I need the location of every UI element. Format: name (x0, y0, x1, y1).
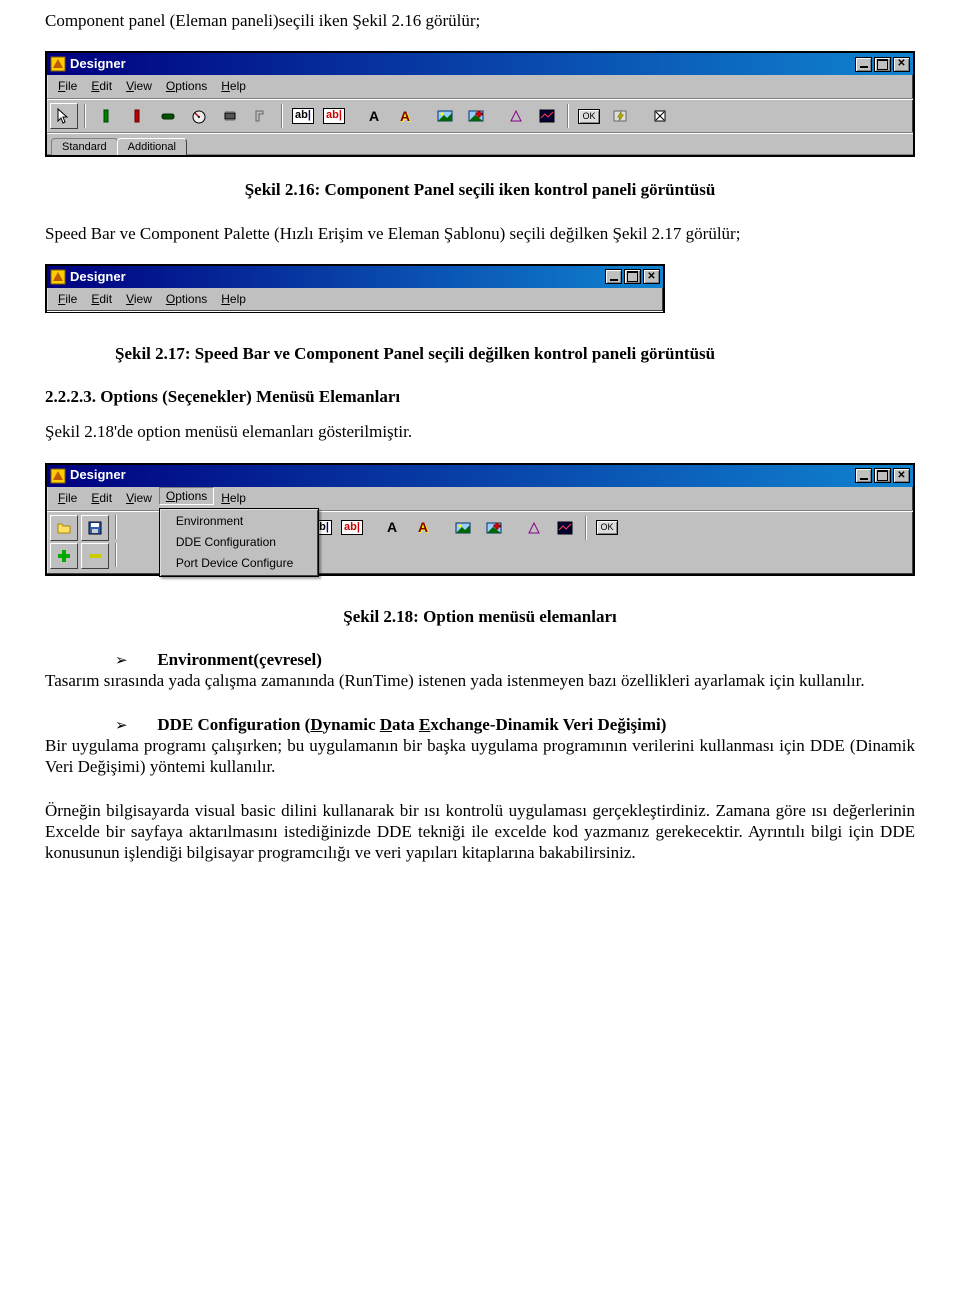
menu-help[interactable]: Help (214, 77, 253, 96)
remove-icon[interactable] (81, 543, 109, 569)
minimize-button[interactable] (855, 57, 872, 72)
figure-218-window: Designer File Edit View Options Environm… (45, 463, 915, 576)
menu-options[interactable]: Options (159, 77, 214, 96)
dde-body: Bir uygulama programı çalışırken; bu uyg… (45, 735, 915, 778)
menu-help[interactable]: Help (214, 290, 253, 309)
env-label: Environment(çevresel) (157, 650, 322, 669)
window-title: Designer (70, 56, 126, 72)
caption-216: Şekil 2.16: Component Panel seçili iken … (45, 179, 915, 200)
textbox-red-icon[interactable]: ab| (320, 103, 348, 129)
menu-file[interactable]: File (51, 489, 84, 508)
image-icon[interactable] (449, 515, 477, 541)
checkbox-icon[interactable] (646, 103, 674, 129)
menu-options[interactable]: Options (159, 290, 214, 309)
menubar: File Edit View Options Help (47, 75, 913, 99)
close-button[interactable] (643, 269, 660, 284)
menu-view[interactable]: View (119, 77, 159, 96)
options-environment[interactable]: Environment (162, 511, 316, 532)
bullet-glyph-icon: ➢ (45, 652, 128, 669)
ok-button-icon[interactable]: OK (593, 515, 621, 541)
intro-paragraph: Component panel (Eleman paneli)seçili ik… (45, 10, 915, 31)
final-paragraph: Örneğin bilgisayarda visual basic dilini… (45, 800, 915, 864)
image-plus-icon[interactable] (462, 103, 490, 129)
window-title: Designer (70, 467, 126, 483)
add-icon[interactable] (50, 543, 78, 569)
bullet-glyph-icon: ➢ (45, 717, 128, 734)
close-button[interactable] (893, 468, 910, 483)
divider (115, 515, 117, 539)
tab-additional[interactable]: Additional (117, 138, 187, 156)
bullet-environment: ➢ Environment(çevresel) (45, 649, 915, 671)
bullet-dde: ➢ DDE Configuration (Dynamic Data Exchan… (45, 714, 915, 736)
divider (84, 104, 86, 128)
hbar-icon[interactable] (154, 103, 182, 129)
letter-a-red-icon[interactable]: A (409, 515, 437, 541)
maximize-button[interactable] (874, 57, 891, 72)
menu-edit[interactable]: Edit (84, 290, 119, 309)
chart-icon[interactable] (533, 103, 561, 129)
corner-icon[interactable] (247, 103, 275, 129)
maximize-button[interactable] (874, 468, 891, 483)
menu-file[interactable]: File (51, 290, 84, 309)
titlebar[interactable]: Designer (47, 465, 913, 487)
menu-help[interactable]: Help (214, 489, 253, 508)
save-icon[interactable] (81, 515, 109, 541)
lightning-icon[interactable] (606, 103, 634, 129)
menu-view[interactable]: View (119, 290, 159, 309)
divider (281, 104, 283, 128)
ok-button-icon[interactable]: OK (575, 103, 603, 129)
minimize-button[interactable] (855, 468, 872, 483)
vbar-red-icon[interactable] (123, 103, 151, 129)
titlebar[interactable]: Designer (47, 266, 663, 288)
divider (567, 104, 569, 128)
env-body: Tasarım sırasında yada çalışma zamanında… (45, 670, 915, 691)
menu-edit[interactable]: Edit (84, 489, 119, 508)
chart-icon[interactable] (551, 515, 579, 541)
options-port-device-configure[interactable]: Port Device Configure (162, 553, 316, 574)
component-toolbar: ab| ab| A A OK (47, 99, 913, 133)
para-speedbar: Speed Bar ve Component Palette (Hızlı Er… (45, 223, 915, 244)
pointer-icon[interactable] (50, 103, 78, 129)
figure-216-window: Designer File Edit View Options Help ab|… (45, 51, 915, 157)
figure-217-window: Designer File Edit View Options Help (45, 264, 665, 313)
caption-218: Şekil 2.18: Option menüsü elemanları (45, 606, 915, 627)
menubar: File Edit View Options Help (47, 288, 663, 311)
dde-label: DDE Configuration (Dynamic Data Exchange… (157, 715, 666, 734)
shape-icon[interactable] (520, 515, 548, 541)
options-dde-configuration[interactable]: DDE Configuration (162, 532, 316, 553)
window-title: Designer (70, 269, 126, 285)
divider (585, 516, 587, 540)
image-plus-icon[interactable] (480, 515, 508, 541)
titlebar[interactable]: Designer (47, 53, 913, 75)
tab-row: Standard Additional (47, 133, 913, 155)
chip-icon[interactable] (216, 103, 244, 129)
para-218: Şekil 2.18'de option menüsü elemanları g… (45, 421, 915, 442)
tab-standard[interactable]: Standard (51, 138, 118, 156)
close-button[interactable] (893, 57, 910, 72)
minimize-button[interactable] (605, 269, 622, 284)
app-icon (50, 468, 66, 484)
divider (115, 543, 117, 567)
image-icon[interactable] (431, 103, 459, 129)
app-icon (50, 56, 66, 72)
shape-icon[interactable] (502, 103, 530, 129)
vbar-green-icon[interactable] (92, 103, 120, 129)
letter-a-icon[interactable]: A (360, 103, 388, 129)
menu-view[interactable]: View (119, 489, 159, 508)
menu-options-open[interactable]: Options (159, 487, 214, 505)
menu-file[interactable]: File (51, 77, 84, 96)
heading-2223: 2.2.2.3. Options (Seçenekler) Menüsü Ele… (45, 386, 915, 407)
caption-217: Şekil 2.17: Speed Bar ve Component Panel… (45, 343, 915, 364)
letter-a-icon[interactable]: A (378, 515, 406, 541)
maximize-button[interactable] (624, 269, 641, 284)
menubar: File Edit View Options Environment DDE C… (47, 487, 913, 511)
textbox-red-icon[interactable]: ab| (338, 515, 366, 541)
letter-a-red-icon[interactable]: A (391, 103, 419, 129)
options-dropdown: Environment DDE Configuration Port Devic… (159, 508, 319, 577)
open-icon[interactable] (50, 515, 78, 541)
app-icon (50, 269, 66, 285)
gauge-icon[interactable] (185, 103, 213, 129)
textbox-icon[interactable]: ab| (289, 103, 317, 129)
menu-edit[interactable]: Edit (84, 77, 119, 96)
